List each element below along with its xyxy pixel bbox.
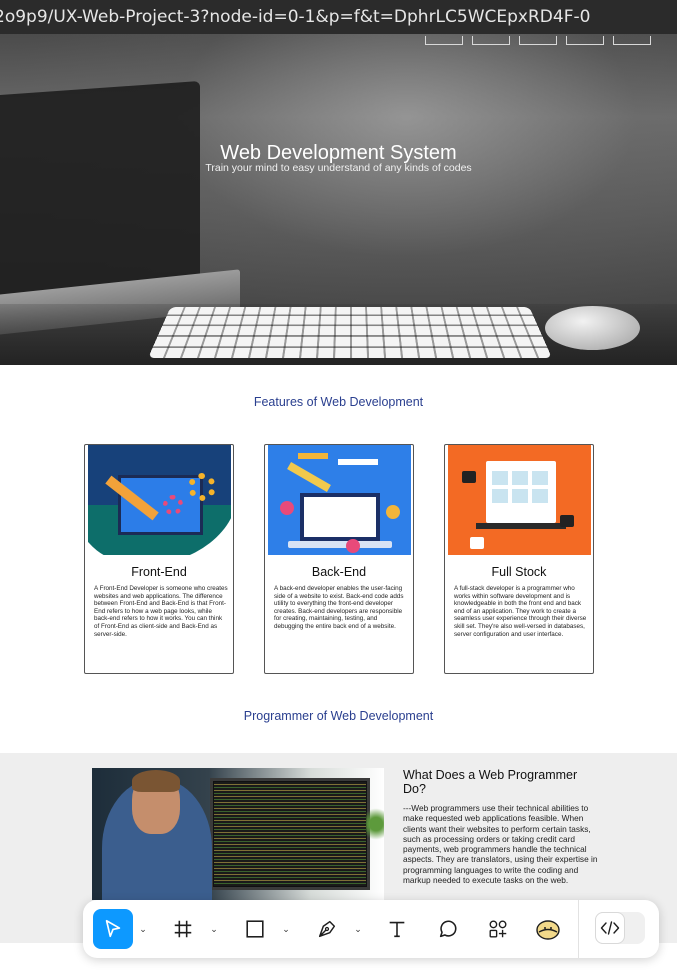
feature-card-full-stack: Full Stock A full-stack developer is a p… (444, 444, 594, 674)
card-body: A full-stack developer is a programmer w… (454, 585, 588, 638)
feature-card-front-end: Front-End A Front-End Developer is someo… (84, 444, 234, 674)
mascot-avatar-icon (535, 916, 561, 942)
feature-card-back-end: Back-End A back-end developer enables th… (264, 444, 414, 674)
card-title: Back-End (265, 565, 413, 579)
address-url-text: 2o9p9/UX-Web-Project-3?node-id=0-1&p=f&t… (0, 7, 590, 27)
programmer-question-title: What Does a Web Programmer Do? (403, 768, 603, 796)
nav-item[interactable] (472, 36, 510, 45)
cursor-arrow-icon (102, 918, 124, 940)
back-end-illustration (268, 445, 411, 555)
card-title: Full Stock (445, 565, 593, 579)
pen-nib-icon (316, 918, 338, 940)
rectangle-icon (244, 918, 266, 940)
front-end-illustration (88, 445, 231, 555)
text-t-icon (386, 918, 408, 940)
programmer-heading: Programmer of Web Development (0, 709, 677, 723)
browser-address-bar[interactable]: 2o9p9/UX-Web-Project-3?node-id=0-1&p=f&t… (0, 0, 677, 34)
nav-item[interactable] (566, 36, 604, 45)
features-heading: Features of Web Development (0, 395, 677, 409)
move-tool-chevron-down-icon[interactable]: ⌄ (136, 909, 150, 949)
nav-item[interactable] (613, 36, 651, 45)
actions-tool-button[interactable] (530, 909, 566, 949)
programmer-photo (92, 768, 384, 900)
dev-mode-toggle[interactable] (595, 912, 645, 944)
shapes-plus-icon (487, 918, 509, 940)
nav-item[interactable] (425, 36, 463, 45)
components-tool-button[interactable] (480, 909, 516, 949)
speech-bubble-icon (437, 918, 459, 940)
mouse-photo (545, 306, 640, 350)
nav-item[interactable] (519, 36, 557, 45)
text-tool-button[interactable] (379, 909, 415, 949)
card-body: A Front-End Developer is someone who cre… (94, 585, 228, 638)
hero-subtitle: Train your mind to easy understand of an… (0, 162, 677, 174)
design-toolbar: ⌄ ⌄ ⌄ ⌄ (83, 900, 659, 958)
programmer-question-body: ---Web programmers use their technical a… (403, 803, 603, 885)
hero-nav (425, 36, 651, 45)
shape-tool-button[interactable] (237, 909, 273, 949)
code-brackets-icon (600, 920, 620, 936)
hash-frame-icon (172, 918, 194, 940)
card-body: A back-end developer enables the user-fa… (274, 585, 408, 631)
frame-tool-button[interactable] (165, 909, 201, 949)
pen-tool-button[interactable] (309, 909, 345, 949)
comment-tool-button[interactable] (430, 909, 466, 949)
pen-tool-chevron-down-icon[interactable]: ⌄ (351, 909, 365, 949)
hero-banner: Web Development System Train your mind t… (0, 34, 677, 365)
full-stack-illustration (448, 445, 591, 555)
card-title: Front-End (85, 565, 233, 579)
move-tool-button[interactable] (93, 909, 133, 949)
keyboard-photo (148, 307, 552, 358)
shape-tool-chevron-down-icon[interactable]: ⌄ (279, 909, 293, 949)
frame-tool-chevron-down-icon[interactable]: ⌄ (207, 909, 221, 949)
